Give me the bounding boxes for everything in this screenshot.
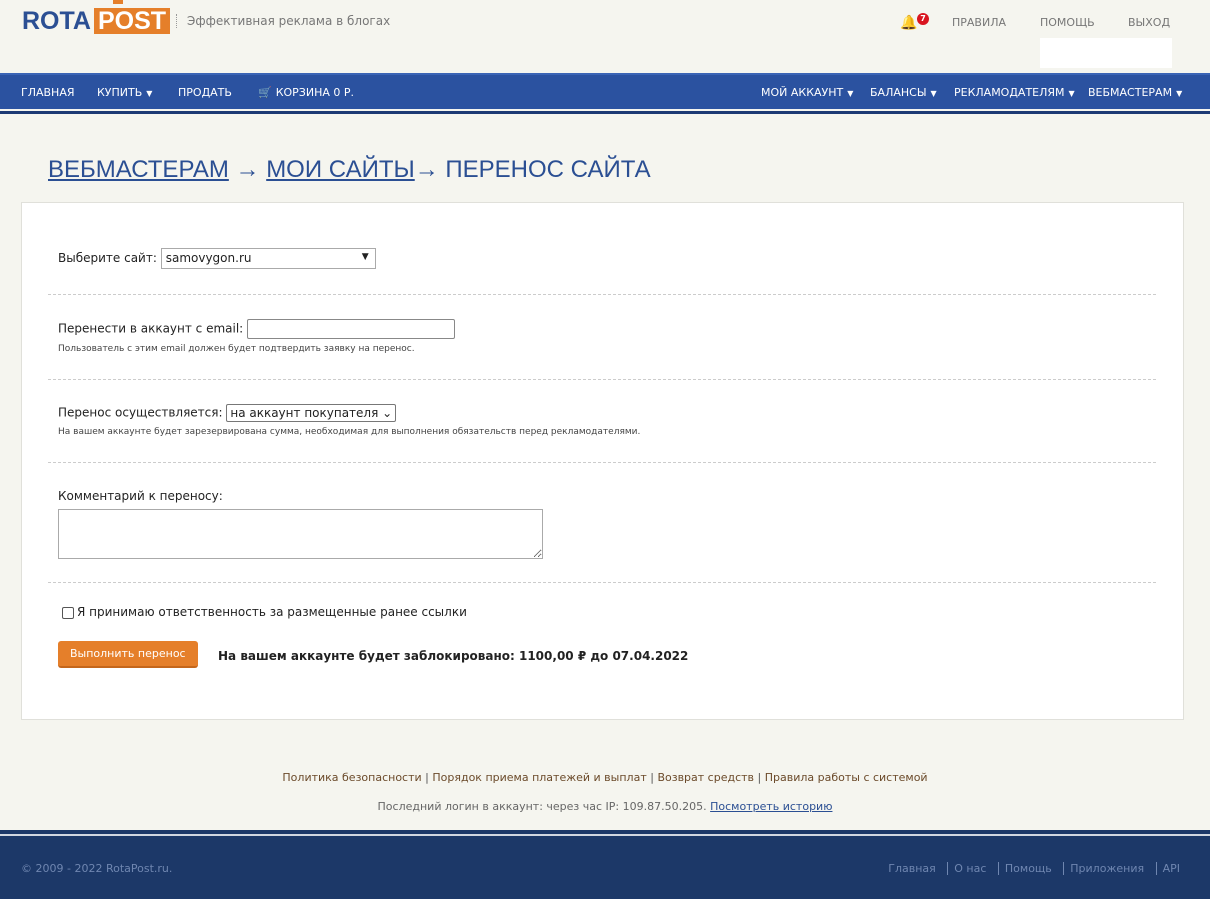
footer-link-home[interactable]: Главная [882, 862, 936, 875]
cart-icon: 🛒 [258, 86, 272, 99]
dropdown-arrow-icon: ▼ [361, 252, 369, 262]
divider [48, 462, 1156, 463]
nav-balances[interactable]: БАЛАНСЫ ▼ [870, 86, 937, 99]
logo-arrow-icon [113, 0, 123, 4]
nav-account[interactable]: МОЙ АККАУНТ ▼ [761, 86, 853, 99]
submit-transfer-button[interactable]: Выполнить перенос [58, 641, 198, 668]
link-payments[interactable]: Порядок приема платежей и выплат [432, 771, 646, 784]
footer-link-apps[interactable]: Приложения [1063, 862, 1145, 875]
last-login-text: Последний логин в аккаунт: через час IP:… [377, 800, 707, 813]
help-link[interactable]: ПОМОЩЬ [1040, 16, 1095, 29]
comment-textarea[interactable] [58, 509, 543, 559]
email-input[interactable] [247, 319, 456, 339]
breadcrumb-sep: → [228, 156, 267, 183]
nav-cart[interactable]: 🛒 КОРЗИНА 0 Р. [258, 86, 354, 99]
footer-link-about[interactable]: О нас [947, 862, 987, 875]
breadcrumb-current: → ПЕРЕНОС САЙТА [414, 156, 651, 183]
nav-balances-label: БАЛАНСЫ [870, 86, 927, 99]
caret-down-icon: ▼ [847, 89, 854, 98]
header: ROTA POST Эффективная реклама в блогах 🔔… [0, 0, 1210, 73]
email-hint: Пользователь с этим email должен будет п… [58, 344, 415, 354]
caret-down-icon: ▼ [930, 89, 937, 98]
nav-advertisers-label: РЕКЛАМОДАТЕЛЯМ [954, 86, 1065, 99]
footer: © 2009 - 2022 RotaPost.ru. Главная О нас… [0, 830, 1210, 899]
copyright: © 2009 - 2022 RotaPost.ru. [21, 862, 173, 875]
nav-account-label: МОЙ АККАУНТ [761, 86, 844, 99]
site-select[interactable]: samovygon.ru ▼ [160, 248, 376, 269]
caret-down-icon: ▼ [146, 89, 153, 98]
nav-webmasters-label: ВЕБМАСТЕРАМ [1088, 86, 1173, 99]
breadcrumb-my-sites[interactable]: МОИ САЙТЫ [266, 156, 415, 183]
blocked-amount-text: На вашем аккаунте будет заблокировано: 1… [218, 649, 689, 663]
nav-sell[interactable]: ПРОДАТЬ [178, 86, 232, 99]
divider [48, 582, 1156, 583]
nav-buy[interactable]: КУПИТЬ ▼ [97, 86, 152, 99]
link-rules[interactable]: Правила работы с системой [765, 771, 928, 784]
accept-checkbox[interactable] [62, 606, 74, 619]
tagline: Эффективная реклама в блогах [176, 14, 390, 28]
logo-text-right: POST [93, 8, 171, 34]
last-login: Последний логин в аккаунт: через час IP:… [0, 800, 1210, 813]
transfer-select[interactable]: на аккаунт покупателя ⌄ [226, 404, 397, 422]
main-nav: ГЛАВНАЯ КУПИТЬ ▼ ПРОДАТЬ 🛒 КОРЗИНА 0 Р. МО… [0, 73, 1210, 114]
chevron-down-icon: ⌄ [382, 406, 393, 420]
nav-cart-label: КОРЗИНА 0 Р. [275, 86, 355, 99]
nav-buy-label: КУПИТЬ [97, 86, 143, 99]
divider [48, 294, 1156, 295]
footer-link-help[interactable]: Помощь [997, 862, 1052, 875]
footer-link-api[interactable]: API [1155, 862, 1180, 875]
divider [48, 379, 1156, 380]
nav-advertisers[interactable]: РЕКЛАМОДАТЕЛЯМ ▼ [954, 86, 1075, 99]
comment-label: Комментарий к переносу: [58, 489, 223, 503]
transfer-hint: На вашем аккаунте будет зарезервирована … [58, 427, 641, 437]
transfer-form: Выберите сайт: samovygon.ru ▼ Перенести в… [21, 202, 1184, 720]
logo[interactable]: ROTA POST [22, 7, 171, 35]
view-history-link[interactable]: Посмотреть историю [710, 800, 832, 813]
rules-link[interactable]: ПРАВИЛА [952, 16, 1006, 29]
breadcrumb-webmasters[interactable]: ВЕБМАСТЕРАМ [48, 156, 229, 183]
user-box [1040, 38, 1172, 68]
bell-icon[interactable]: 🔔 7 [900, 13, 929, 31]
transfer-label: Перенос осуществляется: [58, 405, 223, 420]
page-title: ВЕБМАСТЕРАМ → МОИ САЙТЫ→ ПЕРЕНОС САЙТА [48, 156, 651, 184]
site-label: Выберите сайт: [58, 251, 157, 265]
caret-down-icon: ▼ [1068, 89, 1075, 98]
footer-policy-links: Политика безопасности | Порядок приема п… [282, 771, 928, 784]
notification-badge: 7 [917, 13, 929, 25]
nav-webmasters[interactable]: ВЕБМАСТЕРАМ ▼ [1088, 86, 1182, 99]
logo-text-left: ROTA [22, 7, 91, 35]
accept-label[interactable]: Я принимаю ответственность за размещенны… [77, 605, 467, 619]
link-security-policy[interactable]: Политика безопасности [282, 771, 421, 784]
link-refund[interactable]: Возврат средств [657, 771, 754, 784]
logout-link[interactable]: ВЫХОД [1128, 16, 1170, 29]
transfer-select-value: на аккаунт покупателя [230, 406, 379, 420]
nav-home[interactable]: ГЛАВНАЯ [21, 86, 75, 99]
email-label: Перенести в аккаунт с email: [58, 321, 244, 336]
caret-down-icon: ▼ [1176, 89, 1183, 98]
site-select-value: samovygon.ru [165, 251, 252, 265]
